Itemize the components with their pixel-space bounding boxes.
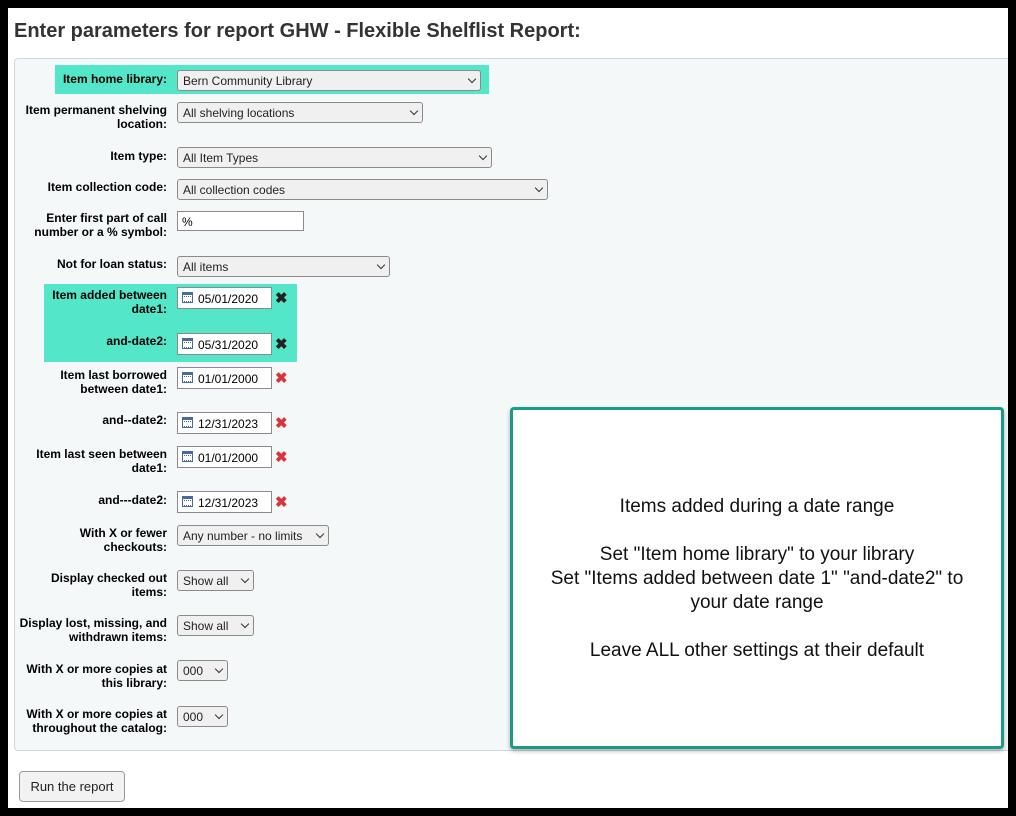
added-date2-input[interactable]: 05/31/2020 xyxy=(177,333,272,355)
shelving-select[interactable]: All shelving locations xyxy=(177,102,423,123)
chevron-down-icon xyxy=(469,71,475,85)
borrowed-date1-value: 01/01/2000 xyxy=(198,372,259,386)
chevron-down-icon xyxy=(480,148,486,162)
note-line-4: your date range xyxy=(690,592,824,613)
lost-missing-label: Display lost, missing, and withdrawn ite… xyxy=(19,616,167,644)
calendar-icon xyxy=(182,292,193,303)
borrowed-date2-input[interactable]: 12/31/2023 xyxy=(177,412,272,434)
added-date1-input[interactable]: 05/01/2020 xyxy=(177,287,272,309)
chevron-down-icon xyxy=(536,180,542,194)
seen-date1-label: Item last seen between date1: xyxy=(36,447,167,475)
checkouts-value: Any number - no limits xyxy=(183,529,303,543)
checked-out-select[interactable]: Show all xyxy=(177,570,254,591)
clear-date-icon[interactable]: ✖ xyxy=(275,371,288,386)
calendar-icon xyxy=(182,451,193,462)
clear-date-icon[interactable]: ✖ xyxy=(275,495,288,510)
home-library-label: Item home library: xyxy=(62,72,167,86)
not-for-loan-select[interactable]: All items xyxy=(177,256,390,277)
note-line-1: Items added during a date range xyxy=(619,496,895,517)
checked-out-value: Show all xyxy=(183,574,229,588)
note-line-3: Set "Items added between date 1" "and-da… xyxy=(550,568,964,589)
added-date2-value: 05/31/2020 xyxy=(198,338,259,352)
copies-catalog-value: 000 xyxy=(183,710,204,724)
collection-value: All collection codes xyxy=(183,183,286,197)
borrowed-date1-input[interactable]: 01/01/2000 xyxy=(177,367,272,389)
chevron-down-icon xyxy=(216,707,222,721)
copies-library-value: 000 xyxy=(183,664,204,678)
chevron-down-icon xyxy=(216,661,222,675)
chevron-down-icon xyxy=(242,571,248,585)
added-date1-value: 05/01/2020 xyxy=(198,292,259,306)
call-number-label: Enter first part of call number or a % s… xyxy=(34,211,167,239)
added-date2-label: and-date2: xyxy=(106,334,167,348)
chevron-down-icon xyxy=(242,616,248,630)
added-date1-label: Item added between date1: xyxy=(52,288,167,316)
checked-out-label: Display checked out items: xyxy=(50,571,167,599)
clear-date-icon[interactable]: ✖ xyxy=(275,337,288,352)
clear-date-icon[interactable]: ✖ xyxy=(275,450,288,465)
collection-label: Item collection code: xyxy=(47,180,167,194)
seen-date2-label: and---date2: xyxy=(98,493,167,507)
not-for-loan-value: All items xyxy=(183,260,229,274)
shelving-label: Item permanent shelving location: xyxy=(25,103,167,131)
copies-library-select[interactable]: 000 xyxy=(177,660,228,681)
clear-date-icon[interactable]: ✖ xyxy=(275,291,288,306)
item-type-label: Item type: xyxy=(110,149,167,163)
calendar-icon xyxy=(182,496,193,507)
lost-missing-value: Show all xyxy=(183,619,229,633)
chevron-down-icon xyxy=(411,103,417,117)
page-title: Enter parameters for report GHW - Flexib… xyxy=(14,20,581,42)
copies-library-label: With X or more copies at this library: xyxy=(26,662,167,690)
note-line-2: Set "Item home library" to your library xyxy=(599,544,915,565)
copies-catalog-select[interactable]: 000 xyxy=(177,706,228,727)
calendar-icon xyxy=(182,338,193,349)
home-library-select[interactable]: Bern Community Library xyxy=(177,70,481,91)
seen-date2-input[interactable]: 12/31/2023 xyxy=(177,491,272,513)
seen-date2-value: 12/31/2023 xyxy=(198,496,259,510)
item-type-select[interactable]: All Item Types xyxy=(177,147,492,168)
note-line-5: Leave ALL other settings at their defaul… xyxy=(589,640,925,661)
run-report-button[interactable]: Run the report xyxy=(19,771,125,802)
calendar-icon xyxy=(182,417,193,428)
copies-catalog-label: With X or more copies at throughout the … xyxy=(26,707,167,735)
item-type-value: All Item Types xyxy=(183,151,259,165)
borrowed-date2-value: 12/31/2023 xyxy=(198,417,259,431)
chevron-down-icon xyxy=(317,526,323,540)
checkouts-label: With X or fewer checkouts: xyxy=(79,526,167,554)
calendar-icon xyxy=(182,372,193,383)
lost-missing-select[interactable]: Show all xyxy=(177,615,254,636)
home-library-value: Bern Community Library xyxy=(183,74,313,88)
not-for-loan-label: Not for loan status: xyxy=(57,257,167,271)
chevron-down-icon xyxy=(378,257,384,271)
borrowed-date2-label: and--date2: xyxy=(102,413,167,427)
call-number-input[interactable]: % xyxy=(177,211,304,231)
borrowed-date1-label: Item last borrowed between date1: xyxy=(60,368,167,396)
clear-date-icon[interactable]: ✖ xyxy=(275,416,288,431)
instruction-callout: Items added during a date range Set "Ite… xyxy=(510,407,1004,749)
checkouts-select[interactable]: Any number - no limits xyxy=(177,525,329,546)
seen-date1-input[interactable]: 01/01/2000 xyxy=(177,446,272,468)
shelving-value: All shelving locations xyxy=(183,106,295,120)
seen-date1-value: 01/01/2000 xyxy=(198,451,259,465)
report-page: Enter parameters for report GHW - Flexib… xyxy=(8,8,1008,808)
collection-select[interactable]: All collection codes xyxy=(177,179,548,200)
